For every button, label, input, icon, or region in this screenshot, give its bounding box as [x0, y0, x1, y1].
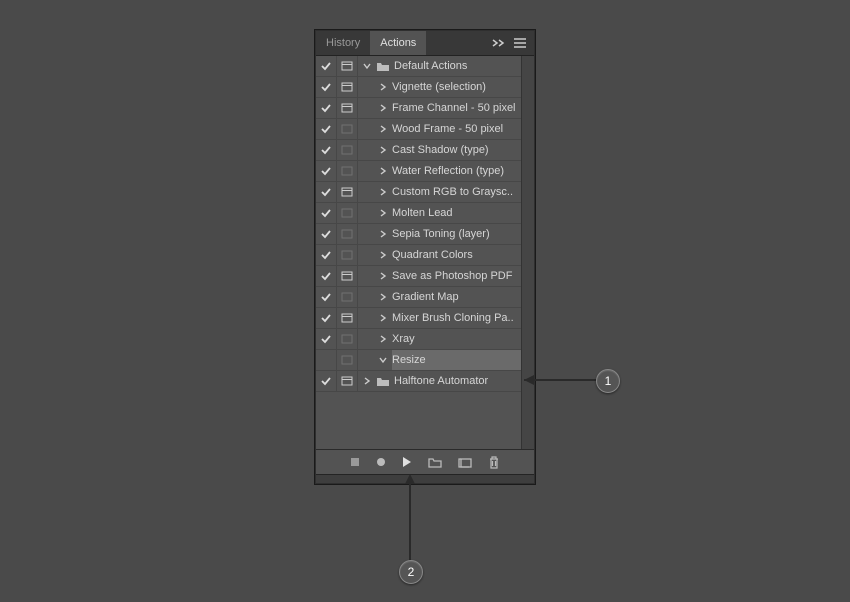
dialog-icon[interactable]	[341, 355, 353, 365]
action-row[interactable]: Molten Lead	[316, 203, 521, 224]
actions-list: Default Actions Vignette (selection) Fra…	[316, 56, 521, 449]
action-row[interactable]: Gradient Map	[316, 287, 521, 308]
dialog-icon[interactable]	[341, 271, 353, 281]
chevron-right-icon[interactable]	[378, 82, 388, 92]
toggle-check-icon[interactable]	[320, 165, 332, 177]
toggle-check-icon[interactable]	[320, 228, 332, 240]
action-row[interactable]: Quadrant Colors	[316, 245, 521, 266]
action-row[interactable]: Xray	[316, 329, 521, 350]
callout-badge: 2	[399, 560, 423, 584]
dialog-icon[interactable]	[341, 250, 353, 260]
record-button[interactable]	[376, 457, 386, 467]
action-set-label: Default Actions	[394, 60, 521, 72]
chevron-right-icon[interactable]	[378, 292, 388, 302]
tab-actions[interactable]: Actions	[370, 31, 426, 55]
menu-icon[interactable]	[514, 38, 526, 48]
action-label: Save as Photoshop PDF	[392, 270, 521, 282]
dialog-icon[interactable]	[341, 334, 353, 344]
toggle-check-icon[interactable]	[320, 375, 332, 387]
panel-footer	[316, 449, 534, 474]
action-set-row[interactable]: Halftone Automator	[316, 371, 521, 392]
chevron-down-icon[interactable]	[362, 61, 372, 71]
dialog-icon[interactable]	[341, 292, 353, 302]
toggle-check-icon[interactable]	[320, 249, 332, 261]
toggle-check-icon[interactable]	[320, 123, 332, 135]
toggle-check-icon[interactable]	[320, 186, 332, 198]
panel-tabbar: History Actions	[316, 31, 534, 56]
action-row[interactable]: Mixer Brush Cloning Pa..	[316, 308, 521, 329]
dialog-icon[interactable]	[341, 166, 353, 176]
dialog-icon[interactable]	[341, 376, 353, 386]
action-label: Wood Frame - 50 pixel	[392, 123, 521, 135]
toggle-check-icon[interactable]	[320, 291, 332, 303]
dialog-icon[interactable]	[341, 82, 353, 92]
dialog-icon[interactable]	[341, 124, 353, 134]
chevron-right-icon[interactable]	[378, 271, 388, 281]
dialog-icon[interactable]	[341, 208, 353, 218]
chevron-right-icon[interactable]	[378, 334, 388, 344]
action-label: Sepia Toning (layer)	[392, 228, 521, 240]
action-row[interactable]: Sepia Toning (layer)	[316, 224, 521, 245]
toggle-check-icon[interactable]	[320, 312, 332, 324]
action-label: Frame Channel - 50 pixel	[392, 102, 521, 114]
new-action-button[interactable]	[458, 456, 472, 468]
actions-panel: History Actions Default Actions	[315, 30, 535, 484]
collapse-icon[interactable]	[492, 38, 506, 48]
action-row[interactable]: Vignette (selection)	[316, 77, 521, 98]
dialog-icon[interactable]	[341, 103, 353, 113]
chevron-down-icon[interactable]	[378, 355, 388, 365]
toggle-check-icon[interactable]	[320, 102, 332, 114]
dialog-icon[interactable]	[341, 145, 353, 155]
action-row[interactable]: Cast Shadow (type)	[316, 140, 521, 161]
tab-history[interactable]: History	[316, 31, 370, 55]
action-label: Custom RGB to Graysc..	[392, 186, 521, 198]
dialog-icon[interactable]	[341, 313, 353, 323]
dialog-icon[interactable]	[341, 229, 353, 239]
action-label: Resize	[392, 354, 517, 366]
action-label: Water Reflection (type)	[392, 165, 521, 177]
toggle-check-icon[interactable]	[320, 60, 332, 72]
chevron-right-icon[interactable]	[378, 250, 388, 260]
toggle-check-icon[interactable]	[320, 207, 332, 219]
toggle-check-icon[interactable]	[320, 144, 332, 156]
action-row[interactable]: Custom RGB to Graysc..	[316, 182, 521, 203]
scrollbar[interactable]	[521, 56, 534, 449]
action-row[interactable]: Water Reflection (type)	[316, 161, 521, 182]
toggle-check-icon[interactable]	[320, 270, 332, 282]
stop-button[interactable]	[350, 457, 360, 467]
action-label: Gradient Map	[392, 291, 521, 303]
callout-badge: 1	[596, 369, 620, 393]
toggle-check-icon[interactable]	[320, 333, 332, 345]
play-button[interactable]	[402, 456, 412, 468]
action-row[interactable]: Frame Channel - 50 pixel	[316, 98, 521, 119]
toggle-check-icon[interactable]	[320, 81, 332, 93]
chevron-right-icon[interactable]	[378, 208, 388, 218]
action-set-row[interactable]: Default Actions	[316, 56, 521, 77]
delete-button[interactable]	[488, 456, 500, 469]
new-set-button[interactable]	[428, 457, 442, 468]
chevron-right-icon[interactable]	[378, 103, 388, 113]
action-label: Vignette (selection)	[392, 81, 521, 93]
action-label: Mixer Brush Cloning Pa..	[392, 312, 521, 324]
action-set-label: Halftone Automator	[394, 375, 521, 387]
chevron-right-icon[interactable]	[378, 229, 388, 239]
chevron-right-icon[interactable]	[378, 124, 388, 134]
action-row[interactable]: Save as Photoshop PDF	[316, 266, 521, 287]
action-label: Quadrant Colors	[392, 249, 521, 261]
chevron-right-icon[interactable]	[378, 313, 388, 323]
dialog-icon[interactable]	[341, 187, 353, 197]
folder-icon	[376, 61, 390, 72]
chevron-right-icon[interactable]	[378, 166, 388, 176]
resize-grip[interactable]	[316, 474, 534, 483]
folder-icon	[376, 376, 390, 387]
chevron-right-icon[interactable]	[378, 145, 388, 155]
action-label: Xray	[392, 333, 521, 345]
action-row-selected[interactable]: Resize	[316, 350, 521, 371]
dialog-icon[interactable]	[341, 61, 353, 71]
chevron-right-icon[interactable]	[378, 187, 388, 197]
action-label: Cast Shadow (type)	[392, 144, 521, 156]
chevron-right-icon[interactable]	[362, 376, 372, 386]
action-label: Molten Lead	[392, 207, 521, 219]
action-row[interactable]: Wood Frame - 50 pixel	[316, 119, 521, 140]
